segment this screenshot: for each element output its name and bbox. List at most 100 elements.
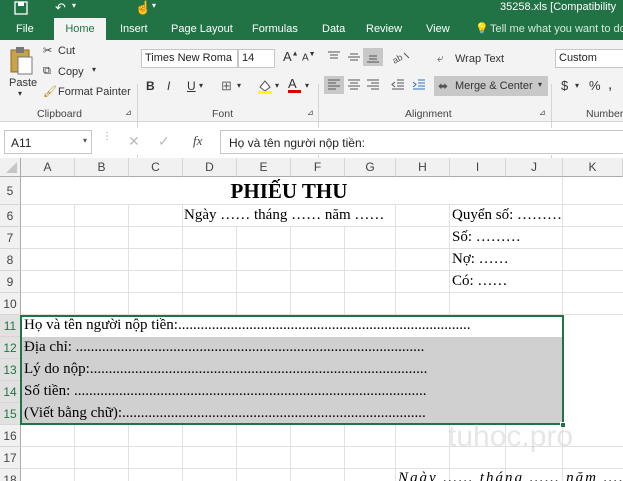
font-color-dropdown-icon[interactable]: ▾: [305, 81, 309, 90]
row-header-15[interactable]: 15: [0, 403, 21, 425]
name-box-value: A11: [11, 136, 32, 150]
italic-button[interactable]: I: [167, 79, 170, 93]
row-header-5[interactable]: 5: [0, 177, 21, 205]
tab-page-layout[interactable]: Page Layout: [171, 18, 233, 40]
row-header-7[interactable]: 7: [0, 227, 21, 249]
fill-color-icon[interactable]: [257, 78, 273, 94]
percent-button[interactable]: %: [589, 78, 601, 93]
row-header-10[interactable]: 10: [0, 293, 21, 315]
tab-view[interactable]: View: [426, 18, 450, 40]
cut-button[interactable]: Cut: [58, 45, 75, 57]
column-header-f[interactable]: F: [291, 158, 345, 177]
gridline: [128, 205, 129, 315]
paste-dropdown-icon[interactable]: ▾: [18, 89, 22, 98]
format-painter-button[interactable]: Format Painter: [58, 86, 131, 98]
row-header-11[interactable]: 11: [0, 315, 21, 337]
spreadsheet-grid[interactable]: A B C D E F G H I J K 5 6 7 8 9 10 11 12…: [0, 158, 623, 481]
wrap-text-icon[interactable]: ⤶: [437, 51, 444, 66]
insert-function-icon[interactable]: fx: [193, 133, 202, 149]
tab-data[interactable]: Data: [322, 18, 345, 40]
gridline: [290, 227, 291, 315]
decrease-font-icon[interactable]: A▼: [302, 51, 316, 63]
tab-file[interactable]: File: [16, 18, 34, 40]
wrap-text-button[interactable]: Wrap Text: [455, 53, 504, 65]
qat-dropdown-icon[interactable]: ▾: [152, 1, 156, 10]
tell-me-box[interactable]: Tell me what you want to do: [490, 18, 623, 40]
font-name-select[interactable]: Times New Roma: [141, 49, 238, 68]
row-header-14[interactable]: 14: [0, 381, 21, 403]
font-size-select[interactable]: 14: [238, 49, 275, 68]
column-header-h[interactable]: H: [396, 158, 450, 177]
format-painter-icon[interactable]: 🖌: [43, 85, 57, 98]
align-top-icon[interactable]: [325, 48, 343, 66]
comma-style-icon[interactable]: ,: [608, 76, 612, 93]
currency-dropdown-icon[interactable]: ▾: [575, 81, 579, 90]
increase-indent-icon[interactable]: [410, 76, 428, 94]
touch-mode-icon[interactable]: ☝: [135, 0, 151, 16]
tab-formulas[interactable]: Formulas: [252, 18, 298, 40]
merge-center-icon[interactable]: ⬌: [438, 79, 448, 93]
row-header-9[interactable]: 9: [0, 271, 21, 293]
underline-button[interactable]: U: [187, 79, 196, 93]
align-right-icon[interactable]: [364, 76, 382, 94]
column-header-a[interactable]: A: [21, 158, 75, 177]
row-header-13[interactable]: 13: [0, 359, 21, 381]
font-color-icon[interactable]: A: [288, 76, 302, 94]
align-bottom-icon[interactable]: [363, 48, 383, 66]
formula-input[interactable]: Họ và tên người nộp tiền:: [220, 130, 623, 154]
copy-button[interactable]: Copy: [58, 66, 84, 78]
column-header-j[interactable]: J: [506, 158, 563, 177]
gridline: [21, 204, 623, 205]
copy-icon[interactable]: ⧉: [43, 65, 51, 78]
column-header-b[interactable]: B: [75, 158, 129, 177]
align-middle-icon[interactable]: [345, 48, 363, 66]
paste-icon[interactable]: [8, 46, 34, 76]
column-header-e[interactable]: E: [237, 158, 291, 177]
row-header-6[interactable]: 6: [0, 205, 21, 227]
column-header-k[interactable]: K: [563, 158, 623, 177]
number-format-select[interactable]: Custom: [555, 49, 623, 68]
cancel-icon[interactable]: ✕: [128, 133, 140, 150]
underline-dropdown-icon[interactable]: ▾: [199, 81, 203, 90]
cut-icon[interactable]: ✂: [43, 44, 52, 57]
paste-button[interactable]: Paste: [9, 77, 37, 89]
name-box-dropdown-icon[interactable]: ▾: [83, 136, 87, 145]
column-header-d[interactable]: D: [183, 158, 237, 177]
merge-center-button[interactable]: Merge & Center: [455, 80, 533, 92]
increase-font-icon[interactable]: A▲: [283, 49, 299, 64]
column-header-c[interactable]: C: [129, 158, 183, 177]
row-header-16[interactable]: 16: [0, 425, 21, 447]
currency-button[interactable]: $: [561, 78, 568, 93]
borders-icon[interactable]: ⊞: [221, 78, 232, 94]
gridline: [21, 468, 623, 469]
align-left-icon[interactable]: [324, 76, 344, 94]
borders-dropdown-icon[interactable]: ▾: [237, 81, 241, 90]
save-icon[interactable]: [14, 1, 28, 15]
dialog-launcher-icon[interactable]: ⊿: [539, 108, 546, 117]
row-header-18[interactable]: 18: [0, 469, 21, 481]
tab-insert[interactable]: Insert: [120, 18, 148, 40]
window-title: 35258.xls [Compatibility: [500, 1, 617, 13]
column-header-g[interactable]: G: [345, 158, 396, 177]
align-center-icon[interactable]: [345, 76, 363, 94]
row-header-8[interactable]: 8: [0, 249, 21, 271]
dialog-launcher-icon[interactable]: ⊿: [307, 108, 314, 117]
alignment-group-label: Alignment: [405, 108, 452, 120]
merge-dropdown-icon[interactable]: ▾: [538, 80, 542, 89]
name-box[interactable]: A11 ▾: [4, 130, 92, 154]
tab-home[interactable]: Home: [54, 18, 106, 40]
select-all-corner[interactable]: [0, 158, 21, 177]
row-header-12[interactable]: 12: [0, 337, 21, 359]
column-header-i[interactable]: I: [450, 158, 506, 177]
undo-icon[interactable]: ↶: [55, 1, 71, 15]
undo-dropdown-icon[interactable]: ▾: [72, 1, 76, 10]
dialog-launcher-icon[interactable]: ⊿: [125, 108, 132, 117]
row-header-17[interactable]: 17: [0, 447, 21, 469]
decrease-indent-icon[interactable]: [389, 76, 407, 94]
fill-color-dropdown-icon[interactable]: ▾: [275, 81, 279, 90]
bold-button[interactable]: B: [146, 79, 155, 93]
copy-dropdown-icon[interactable]: ▾: [92, 65, 96, 74]
enter-icon[interactable]: ✓: [158, 133, 170, 150]
orientation-icon[interactable]: ab: [390, 48, 412, 66]
tab-review[interactable]: Review: [366, 18, 402, 40]
